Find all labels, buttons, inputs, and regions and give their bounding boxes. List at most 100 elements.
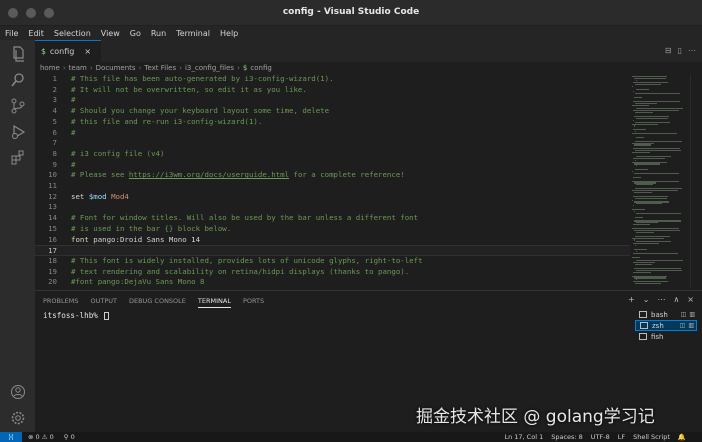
ports-count[interactable]: ⚲ 0 <box>64 433 75 441</box>
code-line[interactable]: 1 # This file has been auto-generated by … <box>35 74 630 85</box>
line-content: # i3 config file (v4) <box>71 149 164 160</box>
new-terminal-icon[interactable]: + <box>628 295 635 304</box>
menu-help[interactable]: Help <box>215 29 243 38</box>
search-icon[interactable] <box>10 72 26 88</box>
close-icon[interactable]: × <box>84 47 91 56</box>
trash-icon[interactable]: ▥ <box>689 311 695 318</box>
more-actions-icon[interactable]: ⋯ <box>688 46 696 55</box>
code-line[interactable]: 4 # Should you change your keyboard layou… <box>35 106 630 117</box>
line-ending[interactable]: LF <box>618 433 625 441</box>
terminal-name: zsh <box>652 321 664 330</box>
code-line[interactable]: 5 # this file and re-run i3-config-wizard… <box>35 117 630 128</box>
menu-run[interactable]: Run <box>146 29 171 38</box>
indentation[interactable]: Spaces: 8 <box>551 433 583 441</box>
breadcrumb-i3-config-files[interactable]: i3_config_files <box>185 64 234 72</box>
code-token: # is used in the bar {} block below. <box>71 223 232 233</box>
explorer-icon[interactable] <box>10 46 26 62</box>
menu-view[interactable]: View <box>96 29 125 38</box>
code-line[interactable]: 13 <box>35 202 630 213</box>
line-number: 20 <box>48 277 57 287</box>
minimap-line <box>632 171 633 173</box>
tab-debug-console[interactable]: DEBUG CONSOLE <box>129 297 186 308</box>
line-content: # This file has been auto-generated by i… <box>71 74 334 85</box>
code-token: # <box>71 159 76 169</box>
breadcrumb-text-files[interactable]: Text Files <box>144 64 176 72</box>
tab-ports[interactable]: PORTS <box>243 297 264 308</box>
code-token: #font pango:DejaVu Sans Mono 8 <box>71 277 205 287</box>
split-terminal-icon[interactable]: ◫ <box>681 311 687 318</box>
terminal-item-fish[interactable]: fish <box>635 331 697 342</box>
code-line[interactable]: 9 # <box>35 160 630 171</box>
maximize-panel-icon[interactable]: ∧ <box>673 295 679 304</box>
code-line[interactable]: 20 #font pango:DejaVu Sans Mono 8 <box>35 277 630 288</box>
code-line[interactable]: 11 <box>35 181 630 192</box>
menu-edit[interactable]: Edit <box>23 29 49 38</box>
cursor-position[interactable]: Ln 17, Col 1 <box>504 433 543 441</box>
code-token: # this file and re-run i3-config-wizard(… <box>71 116 263 126</box>
code-line[interactable]: 17 <box>35 245 630 256</box>
code-line[interactable]: 8 # i3 config file (v4) <box>35 149 630 160</box>
source-control-icon[interactable] <box>10 98 26 114</box>
terminal-icon <box>640 322 648 329</box>
menu-go[interactable]: Go <box>125 29 146 38</box>
code-line[interactable]: 10 # Please see https://i3wm.org/docs/use… <box>35 170 630 181</box>
problems-count[interactable]: ⊗ 0 ⚠ 0 <box>28 433 54 441</box>
code-line[interactable]: 12 set $mod Mod4 <box>35 192 630 203</box>
code-link[interactable]: https://i3wm.org/docs/userguide.html <box>129 170 289 179</box>
menu-selection[interactable]: Selection <box>49 29 96 38</box>
code-token: # i3 config file (v4) <box>71 148 165 158</box>
editor-scrollbar[interactable] <box>690 74 700 288</box>
title-bar: config - Visual Studio Code <box>0 0 702 26</box>
tab-problems[interactable]: PROBLEMS <box>43 297 78 308</box>
breadcrumb-home[interactable]: home <box>40 64 60 72</box>
line-number: 7 <box>52 138 57 148</box>
tab-output[interactable]: OUTPUT <box>90 297 117 308</box>
code-line[interactable]: 19 # text rendering and scalability on re… <box>35 267 630 278</box>
minimap-line <box>634 277 666 279</box>
chevron-down-icon[interactable]: ⌄ <box>643 295 650 304</box>
tab-terminal[interactable]: TERMINAL <box>197 297 231 308</box>
code-line[interactable]: 6 # <box>35 128 630 139</box>
breadcrumb-team[interactable]: team <box>69 64 87 72</box>
settings-gear-icon[interactable] <box>10 410 26 426</box>
language-mode[interactable]: Shell Script <box>633 433 670 441</box>
line-number: 15 <box>48 223 57 233</box>
code-editor[interactable]: 1 # This file has been auto-generated by … <box>35 74 630 297</box>
menu-file[interactable]: File <box>0 29 23 38</box>
breadcrumb-documents[interactable]: Documents <box>96 64 136 72</box>
tab-config[interactable]: $ config × <box>35 40 101 62</box>
run-debug-icon[interactable] <box>10 124 26 140</box>
remote-indicator-icon[interactable]: ⟩⟨ <box>0 432 22 442</box>
code-line[interactable]: 15 # is used in the bar {} block below. <box>35 224 630 235</box>
breadcrumb-config[interactable]: config <box>250 64 271 72</box>
minimap[interactable] <box>630 74 688 288</box>
code-line[interactable]: 18 # This font is widely installed, provi… <box>35 256 630 267</box>
bell-icon[interactable]: 🔔 <box>678 433 686 441</box>
line-number: 12 <box>48 191 57 201</box>
extensions-icon[interactable] <box>10 150 26 166</box>
code-line[interactable]: 16 font pango:Droid Sans Mono 14 <box>35 235 630 246</box>
minimap-line <box>635 245 636 247</box>
code-line[interactable]: 7 <box>35 138 630 149</box>
minimap-line <box>635 83 661 85</box>
terminal-item-bash[interactable]: bash ◫ ▥ <box>635 309 697 320</box>
menu-terminal[interactable]: Terminal <box>171 29 215 38</box>
split-terminal-icon[interactable]: ◫ <box>680 322 686 329</box>
minimap-line <box>635 112 653 114</box>
minimap-line <box>634 77 666 80</box>
account-icon[interactable] <box>10 384 26 400</box>
line-content: # <box>71 128 75 139</box>
terminal-item-actions: ◫ ▥ <box>680 322 694 329</box>
terminal-output[interactable]: itsfoss-lhb% <box>43 311 110 320</box>
close-panel-icon[interactable]: × <box>687 295 694 304</box>
minimap-line <box>635 283 661 285</box>
more-actions-icon[interactable]: ⋯ <box>657 295 665 304</box>
split-editor-icon[interactable]: ⊟ <box>665 46 672 55</box>
trash-icon[interactable]: ▥ <box>688 322 694 329</box>
code-line[interactable]: 2 # It will not be overwritten, so edit i… <box>35 85 630 96</box>
layout-icon[interactable]: ▯ <box>678 46 682 55</box>
encoding[interactable]: UTF-8 <box>591 433 610 441</box>
code-line[interactable]: 14 # Font for window titles. Will also be… <box>35 213 630 224</box>
code-line[interactable]: 3 # <box>35 95 630 106</box>
terminal-item-zsh[interactable]: zsh ◫ ▥ <box>635 320 697 331</box>
